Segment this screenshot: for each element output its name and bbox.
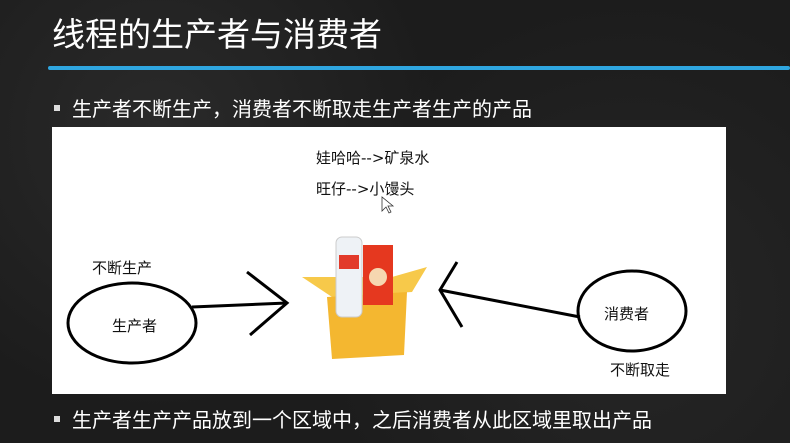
slide-title: 线程的生产者与消费者: [52, 15, 382, 54]
bullet-text: 生产者不断生产，消费者不断取走生产者生产的产品: [72, 97, 532, 121]
product-box-icon: [302, 236, 427, 359]
producer-arrow: [191, 270, 290, 337]
consumer-ellipse: [576, 269, 688, 353]
diagram-graphics: [66, 196, 688, 365]
diagram-panel: 娃哈哈-->矿泉水 旺仔-->小馒头 不断生产 生产者 消费者 不断取走: [52, 127, 726, 394]
bullet-1: 生产者不断生产，消费者不断取走生产者生产的产品: [54, 93, 532, 122]
producer-ellipse: [66, 281, 198, 365]
bullet-icon: [54, 415, 60, 422]
consumer-arrow: [438, 261, 581, 328]
title-divider: [48, 66, 790, 70]
bullet-text: 生产者生产产品放到一个区域中，之后消费者从此区域里取出产品: [72, 408, 652, 432]
cursor-icon: [381, 196, 395, 214]
water-bottle-icon: [335, 236, 363, 318]
bullet-2: 生产者生产产品放到一个区域中，之后消费者从此区域里取出产品: [54, 404, 652, 433]
bullet-icon: [54, 104, 60, 111]
